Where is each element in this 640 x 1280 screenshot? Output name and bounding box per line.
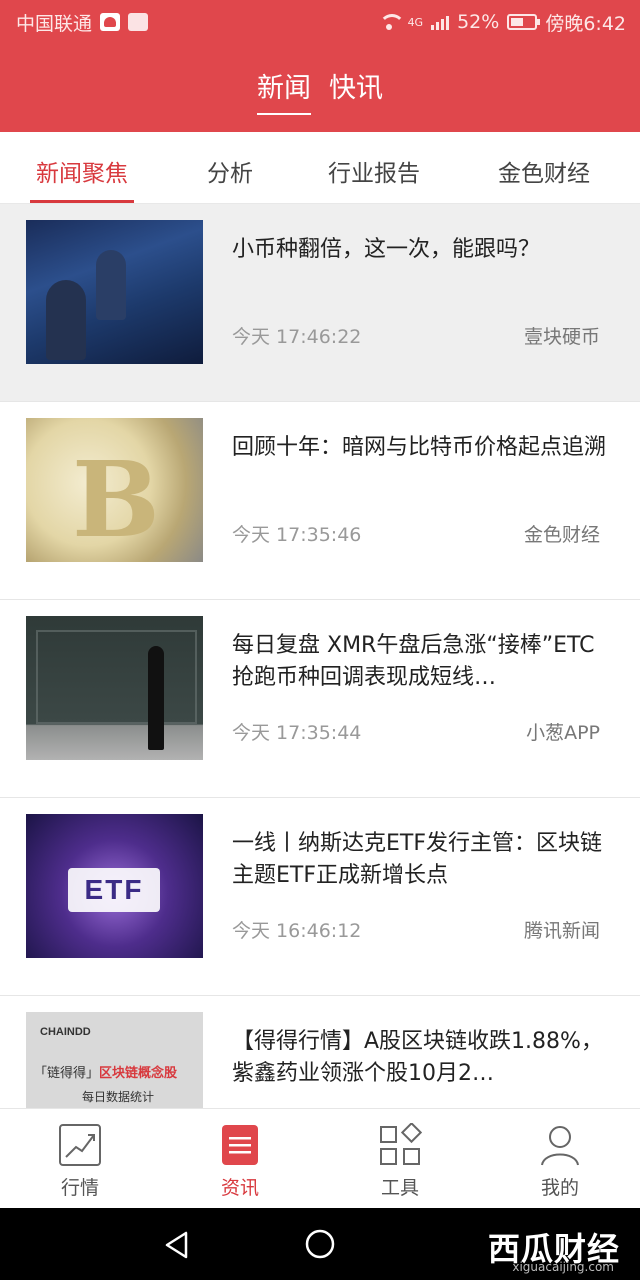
news-title: 每日复盘 XMR午盘后急涨“接棒”ETC 抢跑币种回调表现成短线… (232, 633, 595, 690)
system-nav-bar: 西瓜财经 xiguacaijing.com (0, 1208, 640, 1280)
news-item[interactable]: 回顾十年：暗网与比特币价格起点追溯 今天 17:35:46 金色财经 (0, 402, 640, 600)
news-thumbnail (26, 220, 203, 364)
etf-thumbnail-label: ETF (68, 868, 160, 912)
app-header: 中国联通 4G 52% 傍晚6:42 新闻 快讯 (0, 0, 640, 132)
app-notification-icon (128, 13, 149, 31)
subtab-industry-report[interactable]: 行业报告 (328, 154, 420, 188)
nav-label: 行情 (60, 1177, 99, 1199)
chaindd-logo: CHAINDD (40, 1026, 91, 1038)
signal-icon (431, 14, 450, 30)
news-item[interactable]: CHAINDD 「链得得」区块链概念股 每日数据统计 【得得行情】A股区块链收跌… (0, 996, 640, 1108)
news-time: 今天 16:46:12 (232, 920, 362, 942)
subtab-jinse-finance[interactable]: 金色财经 (498, 154, 590, 188)
battery-percent: 52% (457, 11, 500, 33)
chaindd-subtitle: 每日数据统计 (82, 1090, 155, 1104)
tab-news[interactable]: 新闻 (257, 66, 311, 115)
nav-tools[interactable]: 工具 (320, 1109, 480, 1209)
news-title: 一线丨纳斯达克ETF发行主管：区块链主题ETF正成新增长点 (232, 831, 602, 888)
news-thumbnail: ETF (26, 814, 203, 958)
back-icon[interactable] (162, 1230, 192, 1260)
clock: 傍晚6:42 (545, 12, 626, 35)
nav-label: 工具 (380, 1177, 419, 1199)
news-title: 小币种翻倍，这一次，能跟吗？ (232, 237, 541, 262)
nav-label: 资讯 (220, 1177, 259, 1199)
news-list-icon (222, 1125, 258, 1165)
top-tabs: 新闻 快讯 (0, 66, 640, 115)
battery-icon (507, 14, 541, 30)
news-item[interactable]: 小币种翻倍，这一次，能跟吗？ 今天 17:46:22 壹块硬币 (0, 204, 640, 402)
news-item[interactable]: ETF 一线丨纳斯达克ETF发行主管：区块链主题ETF正成新增长点 今天 16:… (0, 798, 640, 996)
nav-label: 我的 (540, 1177, 579, 1199)
network-type-label: 4G (407, 15, 424, 29)
wifi-icon (378, 14, 405, 30)
active-tab-indicator (30, 200, 134, 203)
watermark-url: xiguacaijing.com (512, 1260, 614, 1274)
news-source: 金色财经 (523, 524, 600, 546)
news-time: 今天 17:46:22 (232, 326, 362, 348)
news-thumbnail (26, 616, 203, 760)
news-item[interactable]: 每日复盘 XMR午盘后急涨“接棒”ETC 抢跑币种回调表现成短线… 今天 17:… (0, 600, 640, 798)
tools-grid-icon (380, 1123, 422, 1165)
news-source: 小葱APP (526, 722, 600, 744)
status-bar: 中国联通 4G 52% 傍晚6:42 (0, 0, 640, 44)
news-source: 腾讯新闻 (523, 920, 600, 942)
sub-tabs: 新闻聚焦 分析 行业报告 金色财经 (0, 132, 640, 204)
news-title: 回顾十年：暗网与比特币价格起点追溯 (232, 435, 607, 460)
nav-market[interactable]: 行情 (0, 1109, 160, 1209)
tab-flash[interactable]: 快讯 (329, 66, 383, 115)
chart-trend-icon (59, 1124, 101, 1166)
user-profile-icon (541, 1126, 579, 1166)
subtab-analysis[interactable]: 分析 (207, 154, 253, 188)
news-title: 【得得行情】A股区块链收跌1.88%，紫鑫药业领涨个股10月2… (232, 1029, 603, 1086)
news-thumbnail (26, 418, 203, 562)
news-time: 今天 17:35:44 (232, 722, 362, 744)
nav-me[interactable]: 我的 (480, 1109, 640, 1209)
news-time: 今天 17:35:46 (232, 524, 362, 546)
nav-news[interactable]: 资讯 (160, 1109, 320, 1209)
huawei-notification-icon (100, 13, 121, 31)
bottom-nav: 行情 资讯 工具 我的 (0, 1108, 640, 1208)
home-icon[interactable] (304, 1228, 336, 1260)
news-list: 小币种翻倍，这一次，能跟吗？ 今天 17:46:22 壹块硬币 回顾十年：暗网与… (0, 204, 640, 1108)
news-thumbnail: CHAINDD 「链得得」区块链概念股 每日数据统计 (26, 1012, 203, 1108)
subtab-news-focus[interactable]: 新闻聚焦 (36, 154, 128, 188)
news-source: 壹块硬币 (523, 326, 600, 348)
carrier-label: 中国联通 (16, 12, 93, 35)
chaindd-headline: 「链得得」区块链概念股 (34, 1066, 178, 1081)
